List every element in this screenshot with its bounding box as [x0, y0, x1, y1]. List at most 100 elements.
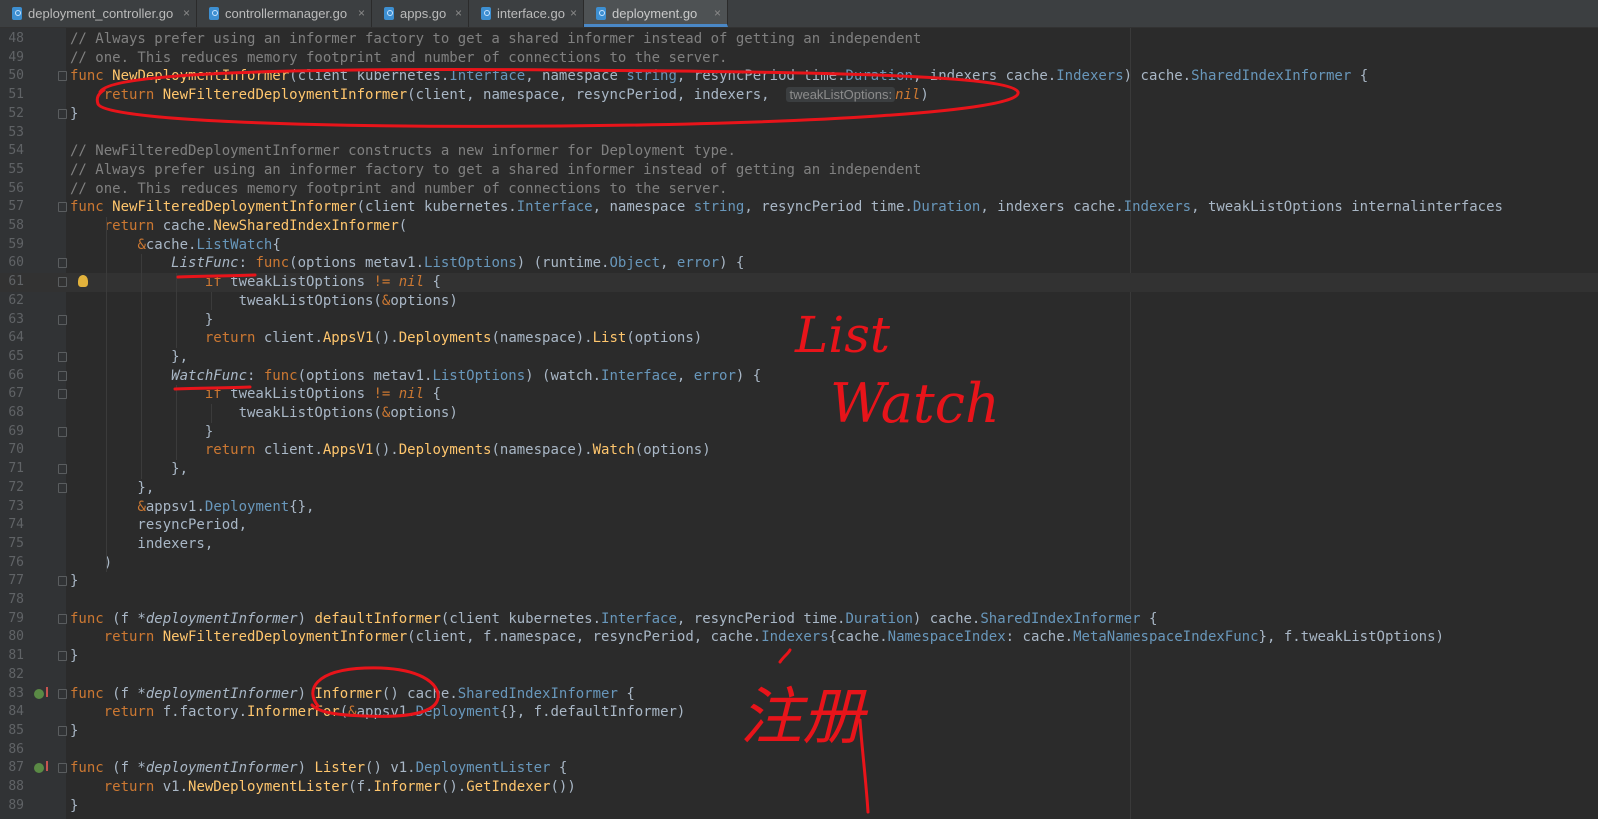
- fold-marker-icon[interactable]: [58, 389, 67, 400]
- line-number[interactable]: 78: [0, 591, 24, 610]
- code-line[interactable]: 80 return NewFilteredDeploymentInformer(…: [0, 628, 1598, 647]
- code-line[interactable]: 64 return client.AppsV1().Deployments(na…: [0, 329, 1598, 348]
- line-number[interactable]: 65: [0, 348, 24, 367]
- fold-marker-icon[interactable]: [58, 688, 67, 699]
- line-number[interactable]: 69: [0, 423, 24, 442]
- fold-marker-icon[interactable]: [58, 613, 67, 624]
- code-line[interactable]: 52}: [0, 105, 1598, 124]
- fold-marker-icon[interactable]: [58, 651, 67, 662]
- line-number[interactable]: 58: [0, 217, 24, 236]
- code-line[interactable]: 66 WatchFunc: func(options metav1.ListOp…: [0, 367, 1598, 386]
- fold-marker-icon[interactable]: [58, 108, 67, 119]
- fold-marker-icon[interactable]: [58, 464, 67, 475]
- line-number[interactable]: 85: [0, 722, 24, 741]
- line-number[interactable]: 50: [0, 67, 24, 86]
- fold-marker-icon[interactable]: [58, 277, 67, 288]
- fold-marker-icon[interactable]: [58, 258, 67, 269]
- code-line[interactable]: 76 ): [0, 554, 1598, 573]
- fold-marker-icon[interactable]: [58, 202, 67, 213]
- code-line[interactable]: 81}: [0, 647, 1598, 666]
- code-line[interactable]: 50 func NewDeploymentInformer(client kube…: [0, 67, 1598, 86]
- close-icon[interactable]: ×: [570, 0, 577, 27]
- code-line[interactable]: 54 // NewFilteredDeploymentInformer const…: [0, 142, 1598, 161]
- fold-marker-icon[interactable]: [58, 482, 67, 493]
- line-number[interactable]: 51: [0, 86, 24, 105]
- code-line[interactable]: 62 tweakListOptions(&options): [0, 292, 1598, 311]
- code-line[interactable]: 71 },: [0, 460, 1598, 479]
- code-line[interactable]: 88 return v1.NewDeploymentLister(f.Infor…: [0, 778, 1598, 797]
- fold-marker-icon[interactable]: [58, 351, 67, 362]
- line-number[interactable]: 56: [0, 180, 24, 199]
- code-line[interactable]: 65 },: [0, 348, 1598, 367]
- code-line[interactable]: 58 return cache.NewSharedIndexInformer(: [0, 217, 1598, 236]
- line-number[interactable]: 75: [0, 535, 24, 554]
- tab-deployment-controller[interactable]: deployment_controller.go ×: [0, 0, 197, 27]
- code-line[interactable]: 55 // Always prefer using an informer fac…: [0, 161, 1598, 180]
- line-number[interactable]: 68: [0, 404, 24, 423]
- code-line[interactable]: 51 return NewFilteredDeploymentInformer(…: [0, 86, 1598, 105]
- code-line[interactable]: 69 }: [0, 423, 1598, 442]
- tab-deployment[interactable]: deployment.go ×: [584, 0, 728, 27]
- code-line[interactable]: 72 },: [0, 479, 1598, 498]
- implements-method-icon[interactable]: [34, 686, 48, 699]
- line-number[interactable]: 81: [0, 647, 24, 666]
- line-number[interactable]: 87: [0, 759, 24, 778]
- code-line[interactable]: 73 &appsv1.Deployment{},: [0, 498, 1598, 517]
- code-line[interactable]: 78: [0, 591, 1598, 610]
- line-number[interactable]: 62: [0, 292, 24, 311]
- code-line[interactable]: 48 // Always prefer using an informer fac…: [0, 30, 1598, 49]
- line-number[interactable]: 80: [0, 628, 24, 647]
- close-icon[interactable]: ×: [358, 0, 365, 27]
- code-line[interactable]: 86: [0, 741, 1598, 760]
- line-number[interactable]: 59: [0, 236, 24, 255]
- code-line[interactable]: 68 tweakListOptions(&options): [0, 404, 1598, 423]
- line-number[interactable]: 83: [0, 685, 24, 704]
- code-line[interactable]: 87 func (f *deploymentInformer) Lister() …: [0, 759, 1598, 778]
- line-number[interactable]: 88: [0, 778, 24, 797]
- code-line[interactable]: 56 // one. This reduces memory footprint …: [0, 180, 1598, 199]
- line-number[interactable]: 61: [0, 273, 24, 292]
- code-line[interactable]: 57 func NewFilteredDeploymentInformer(cli…: [0, 198, 1598, 217]
- fold-marker-icon[interactable]: [58, 763, 67, 774]
- line-number[interactable]: 49: [0, 49, 24, 68]
- code-line[interactable]: 49 // one. This reduces memory footprint …: [0, 49, 1598, 68]
- tab-apps[interactable]: apps.go ×: [372, 0, 469, 27]
- code-editor[interactable]: 48 // Always prefer using an informer fac…: [0, 28, 1598, 819]
- fold-marker-icon[interactable]: [58, 71, 67, 82]
- tab-interface[interactable]: interface.go ×: [469, 0, 584, 27]
- code-line[interactable]: 61 if tweakListOptions != nil {: [0, 273, 1598, 292]
- code-line[interactable]: 84 return f.factory.InformerFor(&appsv1.…: [0, 703, 1598, 722]
- line-number[interactable]: 64: [0, 329, 24, 348]
- code-line[interactable]: 63 }: [0, 311, 1598, 330]
- code-line[interactable]: 74 resyncPeriod,: [0, 516, 1598, 535]
- close-icon[interactable]: ×: [714, 0, 721, 27]
- code-line[interactable]: 83 func (f *deploymentInformer) Informer(…: [0, 685, 1598, 704]
- fold-marker-icon[interactable]: [58, 725, 67, 736]
- line-number[interactable]: 55: [0, 161, 24, 180]
- line-number[interactable]: 57: [0, 198, 24, 217]
- code-line[interactable]: 60 ListFunc: func(options metav1.ListOpt…: [0, 254, 1598, 273]
- line-number[interactable]: 53: [0, 124, 24, 143]
- code-line[interactable]: 85}: [0, 722, 1598, 741]
- line-number[interactable]: 66: [0, 367, 24, 386]
- code-line[interactable]: 70 return client.AppsV1().Deployments(na…: [0, 441, 1598, 460]
- line-number[interactable]: 86: [0, 741, 24, 760]
- code-line[interactable]: 75 indexers,: [0, 535, 1598, 554]
- line-number[interactable]: 77: [0, 572, 24, 591]
- line-number[interactable]: 52: [0, 105, 24, 124]
- fold-marker-icon[interactable]: [58, 314, 67, 325]
- line-number[interactable]: 48: [0, 30, 24, 49]
- line-number[interactable]: 60: [0, 254, 24, 273]
- code-line[interactable]: 59 &cache.ListWatch{: [0, 236, 1598, 255]
- line-number[interactable]: 72: [0, 479, 24, 498]
- line-number[interactable]: 74: [0, 516, 24, 535]
- line-number[interactable]: 54: [0, 142, 24, 161]
- line-number[interactable]: 89: [0, 797, 24, 816]
- fold-marker-icon[interactable]: [58, 576, 67, 587]
- tab-controllermanager[interactable]: controllermanager.go ×: [197, 0, 372, 27]
- implements-method-icon[interactable]: [34, 761, 48, 774]
- close-icon[interactable]: ×: [183, 0, 190, 27]
- close-icon[interactable]: ×: [455, 0, 462, 27]
- code-line[interactable]: 53: [0, 124, 1598, 143]
- line-number[interactable]: 84: [0, 703, 24, 722]
